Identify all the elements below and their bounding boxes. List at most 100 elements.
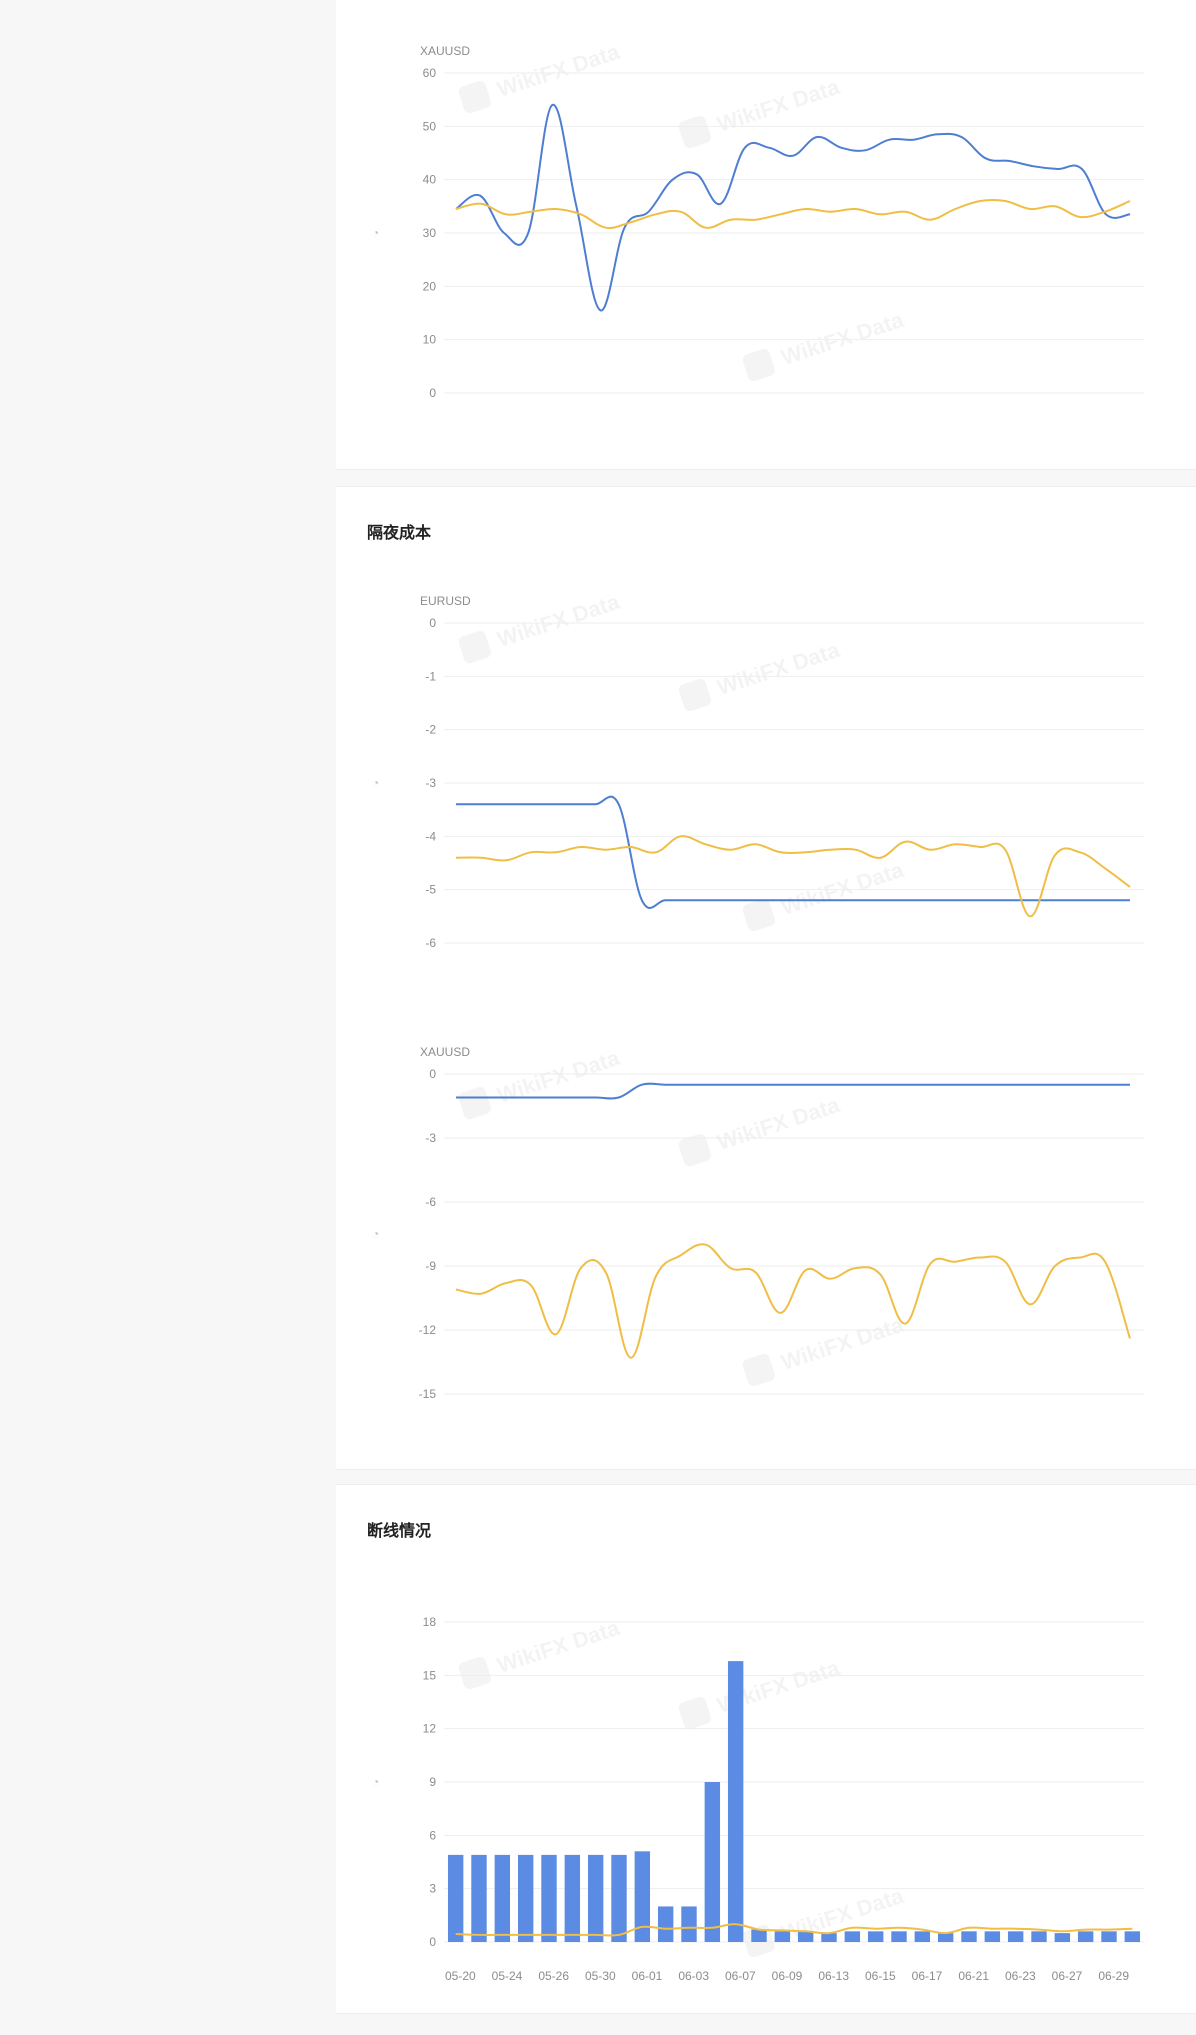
series-line-1 bbox=[455, 198, 1131, 229]
overnight_xauusd-watermark: WikiFX Data bbox=[742, 1312, 907, 1387]
watermark-text: WikiFX Data bbox=[494, 39, 623, 102]
y-tick-label: -15 bbox=[419, 1387, 437, 1401]
bar[interactable] bbox=[751, 1929, 767, 1942]
overnight_eurusd-watermark: WikiFX Data bbox=[458, 589, 623, 664]
axis-marker-icon: ◔ bbox=[372, 776, 379, 790]
watermark-text: WikiFX Data bbox=[778, 1883, 907, 1946]
chart-symbol-label: EURUSD bbox=[420, 594, 471, 608]
watermark-text: WikiFX Data bbox=[778, 857, 907, 920]
y-tick-label: -5 bbox=[425, 883, 436, 897]
x-tick-label: 06-13 bbox=[818, 1969, 849, 1983]
bar[interactable] bbox=[564, 1854, 581, 1942]
bar[interactable] bbox=[517, 1854, 534, 1942]
x-tick-label: 06-23 bbox=[1005, 1969, 1036, 1983]
y-tick-label: -9 bbox=[425, 1259, 436, 1273]
axis-marker-icon: ◔ bbox=[372, 226, 379, 240]
watermark-logo-icon bbox=[678, 115, 711, 149]
watermark-text: WikiFX Data bbox=[714, 1092, 843, 1155]
bar[interactable] bbox=[797, 1931, 814, 1942]
watermark-text: WikiFX Data bbox=[778, 307, 907, 370]
y-tick-label: 6 bbox=[429, 1828, 436, 1842]
watermark-logo-icon bbox=[742, 348, 775, 382]
disconnect-card: 断线情况 WikiFX DataWikiFX DataWikiFX Data03… bbox=[336, 1484, 1196, 2014]
watermark-logo-icon bbox=[678, 1696, 711, 1730]
y-tick-label: 12 bbox=[423, 1722, 437, 1736]
bar[interactable] bbox=[984, 1931, 1001, 1942]
y-tick-label: 15 bbox=[423, 1668, 437, 1682]
overnight-cost-card: 隔夜成本 WikiFX DataWikiFX DataWikiFX Data0-… bbox=[336, 486, 1196, 1470]
x-tick-label: 06-07 bbox=[725, 1969, 756, 1983]
chart-spread-xauusd: WikiFX Data WikiFX Data WikiFX Data 0 10 20 30… bbox=[372, 39, 1144, 400]
axis-marker-icon: ◔ bbox=[372, 1775, 379, 1789]
watermark-logo-icon bbox=[458, 1086, 491, 1120]
y-tick-label: 20 bbox=[423, 279, 437, 293]
watermark-logo-icon bbox=[678, 678, 711, 712]
x-tick-label: 05-30 bbox=[585, 1969, 616, 1983]
y-tick-label: -12 bbox=[419, 1323, 437, 1337]
y-tick-label: 18 bbox=[423, 1615, 437, 1629]
watermark-logo-icon bbox=[742, 898, 775, 932]
y-tick-label: 0 bbox=[429, 386, 436, 400]
overnight_xauusd-watermark: WikiFX Data bbox=[678, 1092, 843, 1167]
x-tick-label: 06-21 bbox=[958, 1969, 989, 1983]
y-tick-label: 0 bbox=[429, 1067, 436, 1081]
watermark-logo-icon bbox=[458, 1656, 491, 1690]
x-tick-label: 05-24 bbox=[492, 1969, 523, 1983]
watermark-text: WikiFX Data bbox=[494, 1615, 623, 1678]
disconnect-watermark: WikiFX Data bbox=[678, 1655, 843, 1730]
bar[interactable] bbox=[891, 1931, 907, 1942]
disconnect-watermark: WikiFX Data bbox=[742, 1883, 907, 1958]
y-tick-label: 30 bbox=[423, 226, 437, 240]
x-tick-label: 06-01 bbox=[632, 1969, 663, 1983]
x-tick-label: 06-15 bbox=[865, 1969, 896, 1983]
left-sidebar bbox=[0, 0, 336, 2035]
chart-symbol-label: XAUUSD bbox=[420, 44, 470, 58]
bar[interactable] bbox=[494, 1854, 511, 1942]
bar[interactable] bbox=[1007, 1931, 1024, 1942]
y-tick-label: -6 bbox=[425, 936, 436, 950]
spread_xauusd-watermark: WikiFX Data bbox=[458, 39, 623, 114]
bar[interactable] bbox=[657, 1906, 674, 1942]
overnight_eurusd-watermark: WikiFX Data bbox=[742, 857, 907, 932]
y-tick-label: -4 bbox=[425, 829, 436, 843]
y-tick-label: -6 bbox=[425, 1195, 436, 1209]
spread_xauusd-watermark: WikiFX Data bbox=[742, 307, 907, 382]
bar[interactable] bbox=[611, 1854, 627, 1942]
bar[interactable] bbox=[774, 1931, 791, 1942]
bar[interactable] bbox=[1124, 1931, 1141, 1942]
bar[interactable] bbox=[727, 1661, 744, 1942]
axis-marker-icon: ◔ bbox=[372, 1227, 379, 1241]
bar[interactable] bbox=[541, 1854, 557, 1942]
bar[interactable] bbox=[914, 1931, 931, 1942]
chart-symbol-label: XAUUSD bbox=[420, 1045, 470, 1059]
bar[interactable] bbox=[587, 1854, 604, 1942]
bar[interactable] bbox=[821, 1933, 837, 1942]
y-tick-label: 3 bbox=[429, 1882, 436, 1896]
bar[interactable] bbox=[471, 1854, 487, 1942]
y-tick-label: 50 bbox=[423, 119, 437, 133]
watermark-text: WikiFX Data bbox=[714, 637, 843, 700]
bar[interactable] bbox=[1031, 1931, 1047, 1942]
watermark-logo-icon bbox=[458, 630, 491, 664]
x-tick-label: 05-26 bbox=[538, 1969, 569, 1983]
y-tick-label: -1 bbox=[425, 669, 436, 683]
watermark-text: WikiFX Data bbox=[714, 74, 843, 137]
overnight_eurusd-watermark: WikiFX Data bbox=[678, 637, 843, 712]
bar[interactable] bbox=[844, 1931, 861, 1942]
y-tick-label: 9 bbox=[429, 1775, 436, 1789]
bar[interactable] bbox=[1077, 1931, 1094, 1942]
bar[interactable] bbox=[867, 1931, 884, 1942]
watermark-logo-icon bbox=[742, 1353, 775, 1387]
bar[interactable] bbox=[961, 1931, 977, 1942]
watermark-text: WikiFX Data bbox=[778, 1312, 907, 1375]
x-tick-label: 06-29 bbox=[1098, 1969, 1129, 1983]
overnight_xauusd-watermark: WikiFX Data bbox=[458, 1045, 623, 1120]
watermark-logo-icon bbox=[458, 80, 491, 114]
bar[interactable] bbox=[1101, 1931, 1117, 1942]
chart-overnight-eurusd: WikiFX Data WikiFX Data WikiFX Data 0 -1 -2 -3… bbox=[372, 589, 1144, 1401]
bar[interactable] bbox=[681, 1906, 697, 1942]
bar[interactable] bbox=[1054, 1933, 1071, 1942]
bar[interactable] bbox=[447, 1854, 464, 1942]
bar[interactable] bbox=[937, 1933, 954, 1942]
bar[interactable] bbox=[704, 1782, 721, 1942]
